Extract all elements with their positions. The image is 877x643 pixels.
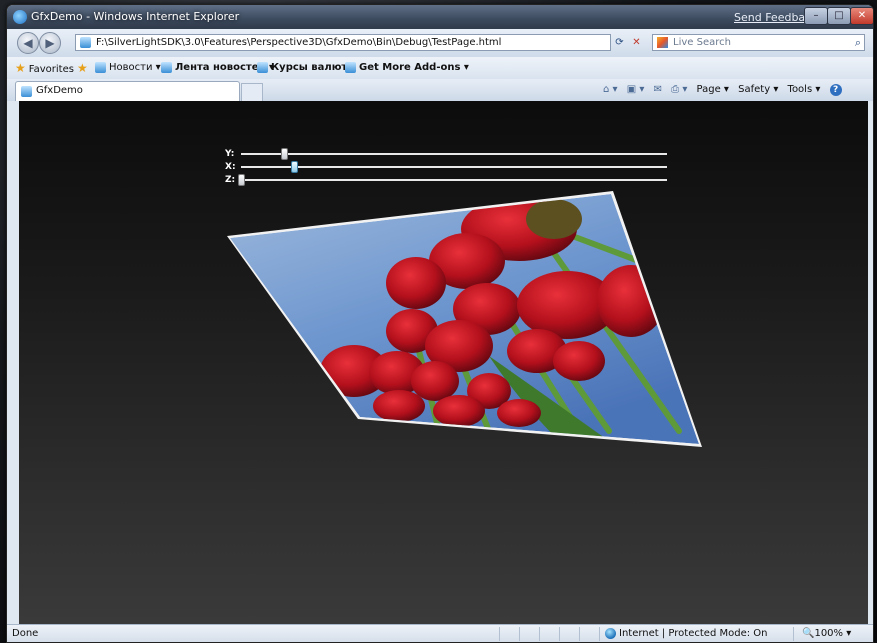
address-bar[interactable]: F:\SilverLightSDK\3.0\Features\Perspecti… xyxy=(75,34,611,51)
tools-menu[interactable]: Tools ▾ xyxy=(788,84,821,95)
tab-gfxdemo[interactable]: GfxDemo xyxy=(15,81,240,101)
search-icon[interactable]: ⌕ xyxy=(855,35,861,50)
fav-item-currency[interactable]: Курсы валют ▾ xyxy=(257,57,356,79)
zoom-level[interactable]: 🔍100% ▾ xyxy=(802,625,851,642)
title-bar: GfxDemo - Windows Internet Explorer Send… xyxy=(7,5,873,29)
home-icon[interactable]: ⌂ ▾ xyxy=(603,79,618,101)
safety-menu[interactable]: Safety ▾ xyxy=(738,84,778,95)
ie-icon xyxy=(13,10,27,24)
mail-icon[interactable]: ✉ xyxy=(654,79,662,101)
globe-icon xyxy=(605,627,616,639)
security-zone[interactable]: Internet | Protected Mode: On xyxy=(605,625,767,642)
fav-item-addons[interactable]: Get More Add-ons ▾ xyxy=(345,57,469,79)
favorites-star-icon: ★ xyxy=(15,61,26,75)
search-placeholder: Live Search xyxy=(673,37,731,48)
new-tab-button[interactable] xyxy=(241,83,263,101)
forward-button[interactable]: ▶ xyxy=(39,32,61,54)
add-favorite-icon[interactable]: ★ xyxy=(77,57,91,81)
window-title: GfxDemo - Windows Internet Explorer xyxy=(31,10,240,23)
minimize-button[interactable]: – xyxy=(804,7,828,25)
print-icon[interactable]: ⎙ ▾ xyxy=(671,79,687,101)
maximize-button[interactable]: □ xyxy=(827,7,851,25)
link-icon xyxy=(345,61,356,73)
link-icon xyxy=(161,61,172,73)
tulip-image xyxy=(230,194,699,444)
address-tools: ⟳ ✕ xyxy=(611,34,649,51)
search-box[interactable]: Live Search ⌕ xyxy=(652,34,865,51)
link-icon xyxy=(95,61,106,73)
browser-window: GfxDemo - Windows Internet Explorer Send… xyxy=(6,4,874,643)
live-search-icon xyxy=(657,37,668,48)
page-menu[interactable]: Page ▾ xyxy=(697,84,729,95)
stop-icon[interactable]: ✕ xyxy=(628,34,645,51)
close-button[interactable]: ✕ xyxy=(850,7,873,25)
favorites-button[interactable]: ★ Favorites xyxy=(15,57,74,81)
feeds-icon[interactable]: ▣ ▾ xyxy=(627,79,645,101)
back-button[interactable]: ◀ xyxy=(17,32,39,54)
help-icon[interactable]: ? xyxy=(829,84,842,96)
silverlight-content: Y: X: Z: xyxy=(19,101,868,624)
status-text: Done xyxy=(12,628,39,639)
page-icon xyxy=(80,37,91,48)
favorites-bar: ★ Favorites ★ Новости ▾ Лента новостей ▾ … xyxy=(7,57,873,80)
perspective-photo[interactable] xyxy=(19,101,868,624)
status-bar: Done Internet | Protected Mode: On 🔍100%… xyxy=(7,624,873,642)
page-icon xyxy=(21,86,32,97)
fav-item-news[interactable]: Новости ▾ xyxy=(95,57,161,79)
refresh-icon[interactable]: ⟳ xyxy=(611,34,628,51)
command-bar: ⌂ ▾ ▣ ▾ ✉ ⎙ ▾ Page ▾ Safety ▾ Tools ▾ ? xyxy=(603,79,848,101)
address-toolbar: ◀ ▶ F:\SilverLightSDK\3.0\Features\Persp… xyxy=(7,29,873,57)
address-text: F:\SilverLightSDK\3.0\Features\Perspecti… xyxy=(96,37,502,48)
tab-row: GfxDemo ⌂ ▾ ▣ ▾ ✉ ⎙ ▾ Page ▾ Safety ▾ To… xyxy=(7,79,873,101)
link-icon xyxy=(257,61,268,73)
